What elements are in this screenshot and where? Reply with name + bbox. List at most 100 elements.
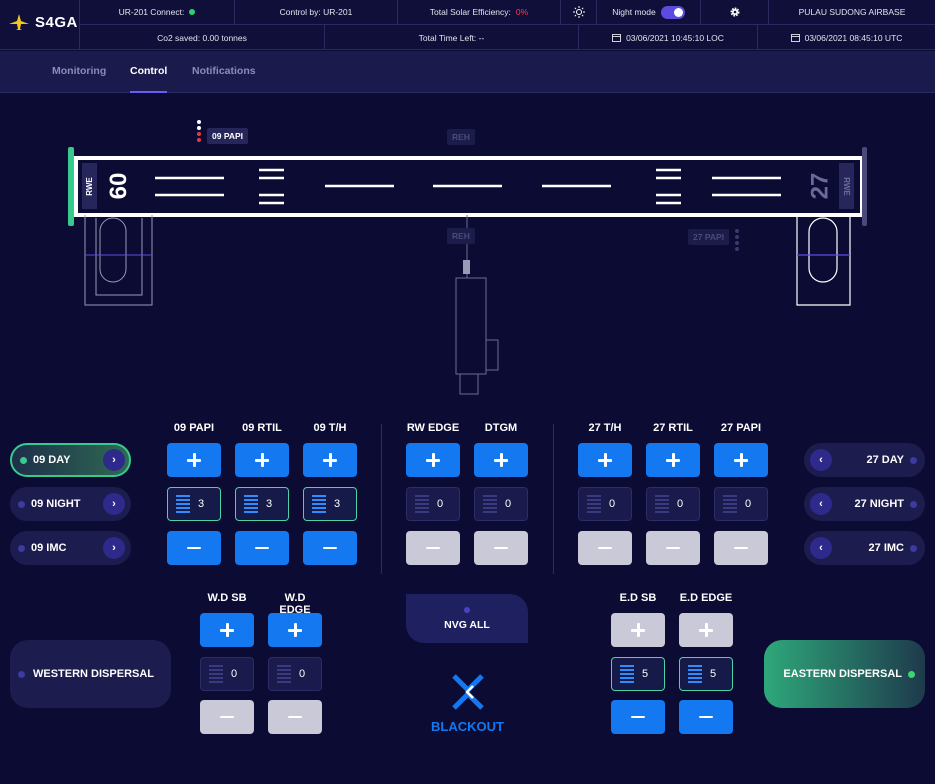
preset-09-night[interactable]: 09 NIGHT › bbox=[10, 487, 131, 521]
e-d-sb-increase-button[interactable] bbox=[611, 613, 665, 647]
09-t-h-level-value: 3 bbox=[333, 498, 341, 510]
rw-edge-title: RW EDGE bbox=[406, 422, 460, 434]
27-rtil-title: 27 RTIL bbox=[653, 422, 693, 434]
09-t-h-level: 3 bbox=[303, 487, 357, 521]
level-bars-icon bbox=[620, 665, 634, 683]
dtgm-increase-button[interactable] bbox=[474, 443, 528, 477]
preset-09-imc[interactable]: 09 IMC › bbox=[10, 531, 131, 565]
tab-notifications[interactable]: Notifications bbox=[192, 65, 256, 77]
minus-icon bbox=[631, 715, 645, 719]
reh-bottom-label[interactable]: REH bbox=[447, 228, 475, 244]
airbase-name: PULAU SUDONG AIRBASE bbox=[768, 0, 935, 25]
27-rtil-increase-button[interactable] bbox=[646, 443, 700, 477]
27-t-h-title: 27 T/H bbox=[588, 422, 622, 434]
09-papi-increase-button[interactable] bbox=[167, 443, 221, 477]
level-bars-icon bbox=[655, 495, 669, 513]
sun-icon bbox=[572, 6, 585, 18]
27-t-h-decrease-button[interactable] bbox=[578, 531, 632, 565]
time-left-label: Total Time Left: -- bbox=[418, 32, 485, 43]
rwe-right-label: RWE bbox=[842, 176, 851, 196]
plus-icon bbox=[494, 453, 508, 467]
rw-edge-increase-button[interactable] bbox=[406, 443, 460, 477]
minus-icon bbox=[598, 546, 612, 550]
09-rtil-title: 09 RTIL bbox=[242, 422, 282, 434]
eastern-dispersal-button[interactable]: EASTERN DISPERSAL bbox=[764, 640, 925, 708]
minus-icon bbox=[255, 546, 269, 550]
local-time-label: 03/06/2021 10:45:10 LOC bbox=[626, 32, 724, 43]
plus-icon bbox=[288, 623, 302, 637]
control-by-label: Control by: UR-201 bbox=[279, 7, 353, 17]
efficiency-value: 0% bbox=[515, 7, 529, 17]
e-d-sb-level: 5 bbox=[611, 657, 665, 691]
27-papi-increase-button[interactable] bbox=[714, 443, 768, 477]
27-rtil-level-value: 0 bbox=[676, 498, 684, 510]
efficiency-label: Total Solar Efficiency: bbox=[429, 7, 511, 17]
papi-27-label[interactable]: 27 PAPI bbox=[688, 229, 730, 245]
rw-edge-level-value: 0 bbox=[436, 498, 444, 510]
chevron-right-icon: › bbox=[103, 537, 125, 559]
minus-icon bbox=[666, 546, 680, 550]
level-bars-icon bbox=[483, 495, 497, 513]
night-mode-toggle[interactable] bbox=[660, 5, 685, 19]
status-dot-icon bbox=[464, 606, 470, 613]
rwe-left[interactable]: RWE bbox=[82, 163, 97, 209]
solar-efficiency: Total Solar Efficiency: 0% bbox=[397, 0, 560, 25]
09-rtil-increase-button[interactable] bbox=[235, 443, 289, 477]
reh-top-label[interactable]: REH bbox=[447, 129, 475, 145]
runway-27-number: 27 bbox=[804, 171, 836, 201]
connect-label: UR-201 Connect: bbox=[118, 7, 185, 17]
papi-09-lights-icon bbox=[197, 120, 201, 142]
preset-27-night[interactable]: ‹ 27 NIGHT bbox=[804, 487, 925, 521]
27-papi-decrease-button[interactable] bbox=[714, 531, 768, 565]
09-papi-level: 3 bbox=[167, 487, 221, 521]
rwe-right[interactable]: RWE bbox=[839, 163, 854, 209]
divider bbox=[553, 424, 554, 574]
preset-label: 27 NIGHT bbox=[854, 498, 904, 510]
brightness-button[interactable] bbox=[560, 0, 596, 25]
settings-button[interactable] bbox=[700, 0, 768, 25]
tab-control[interactable]: Control bbox=[130, 65, 168, 93]
dtgm-decrease-button[interactable] bbox=[474, 531, 528, 565]
w-d-sb-decrease-button[interactable] bbox=[200, 700, 254, 734]
chevron-right-icon: › bbox=[103, 493, 125, 515]
e-d-edge-decrease-button[interactable] bbox=[679, 700, 733, 734]
status-dot-icon bbox=[910, 456, 917, 464]
w-d-edge-decrease-button[interactable] bbox=[268, 700, 322, 734]
w-d-edge-level: 0 bbox=[268, 657, 322, 691]
w-d-edge-increase-button[interactable] bbox=[268, 613, 322, 647]
preset-27-imc[interactable]: ‹ 27 IMC bbox=[804, 531, 925, 565]
blackout-label: BLACKOUT bbox=[431, 719, 504, 734]
09-papi-decrease-button[interactable] bbox=[167, 531, 221, 565]
e-d-edge-level: 5 bbox=[679, 657, 733, 691]
plus-icon bbox=[426, 453, 440, 467]
09-t-h-decrease-button[interactable] bbox=[303, 531, 357, 565]
tab-monitoring[interactable]: Monitoring bbox=[52, 65, 106, 77]
minus-icon bbox=[323, 546, 337, 550]
dtgm-level-value: 0 bbox=[504, 498, 512, 510]
09-rtil-level-value: 3 bbox=[265, 498, 273, 510]
level-bars-icon bbox=[587, 495, 601, 513]
minus-icon bbox=[699, 715, 713, 719]
preset-09-day[interactable]: 09 DAY › bbox=[10, 443, 131, 477]
level-bars-icon bbox=[688, 665, 702, 683]
connect-status: UR-201 Connect: bbox=[79, 0, 234, 25]
eastern-dispersal-label: EASTERN DISPERSAL bbox=[783, 668, 902, 680]
09-t-h-increase-button[interactable] bbox=[303, 443, 357, 477]
e-d-edge-increase-button[interactable] bbox=[679, 613, 733, 647]
papi-09-label[interactable]: 09 PAPI bbox=[207, 128, 249, 144]
nvg-all-button[interactable]: NVG ALL bbox=[406, 594, 528, 643]
airbase-label: PULAU SUDONG AIRBASE bbox=[798, 7, 906, 17]
27-rtil-decrease-button[interactable] bbox=[646, 531, 700, 565]
e-d-sb-decrease-button[interactable] bbox=[611, 700, 665, 734]
27-papi-level: 0 bbox=[714, 487, 768, 521]
status-dot-icon bbox=[18, 500, 25, 508]
27-t-h-increase-button[interactable] bbox=[578, 443, 632, 477]
western-dispersal-button[interactable]: WESTERN DISPERSAL bbox=[10, 640, 171, 708]
level-bars-icon bbox=[244, 495, 258, 513]
w-d-sb-increase-button[interactable] bbox=[200, 613, 254, 647]
blackout-button[interactable]: BLACKOUT bbox=[420, 672, 515, 740]
preset-27-day[interactable]: ‹ 27 DAY bbox=[804, 443, 925, 477]
09-rtil-decrease-button[interactable] bbox=[235, 531, 289, 565]
plus-icon bbox=[323, 453, 337, 467]
rw-edge-decrease-button[interactable] bbox=[406, 531, 460, 565]
